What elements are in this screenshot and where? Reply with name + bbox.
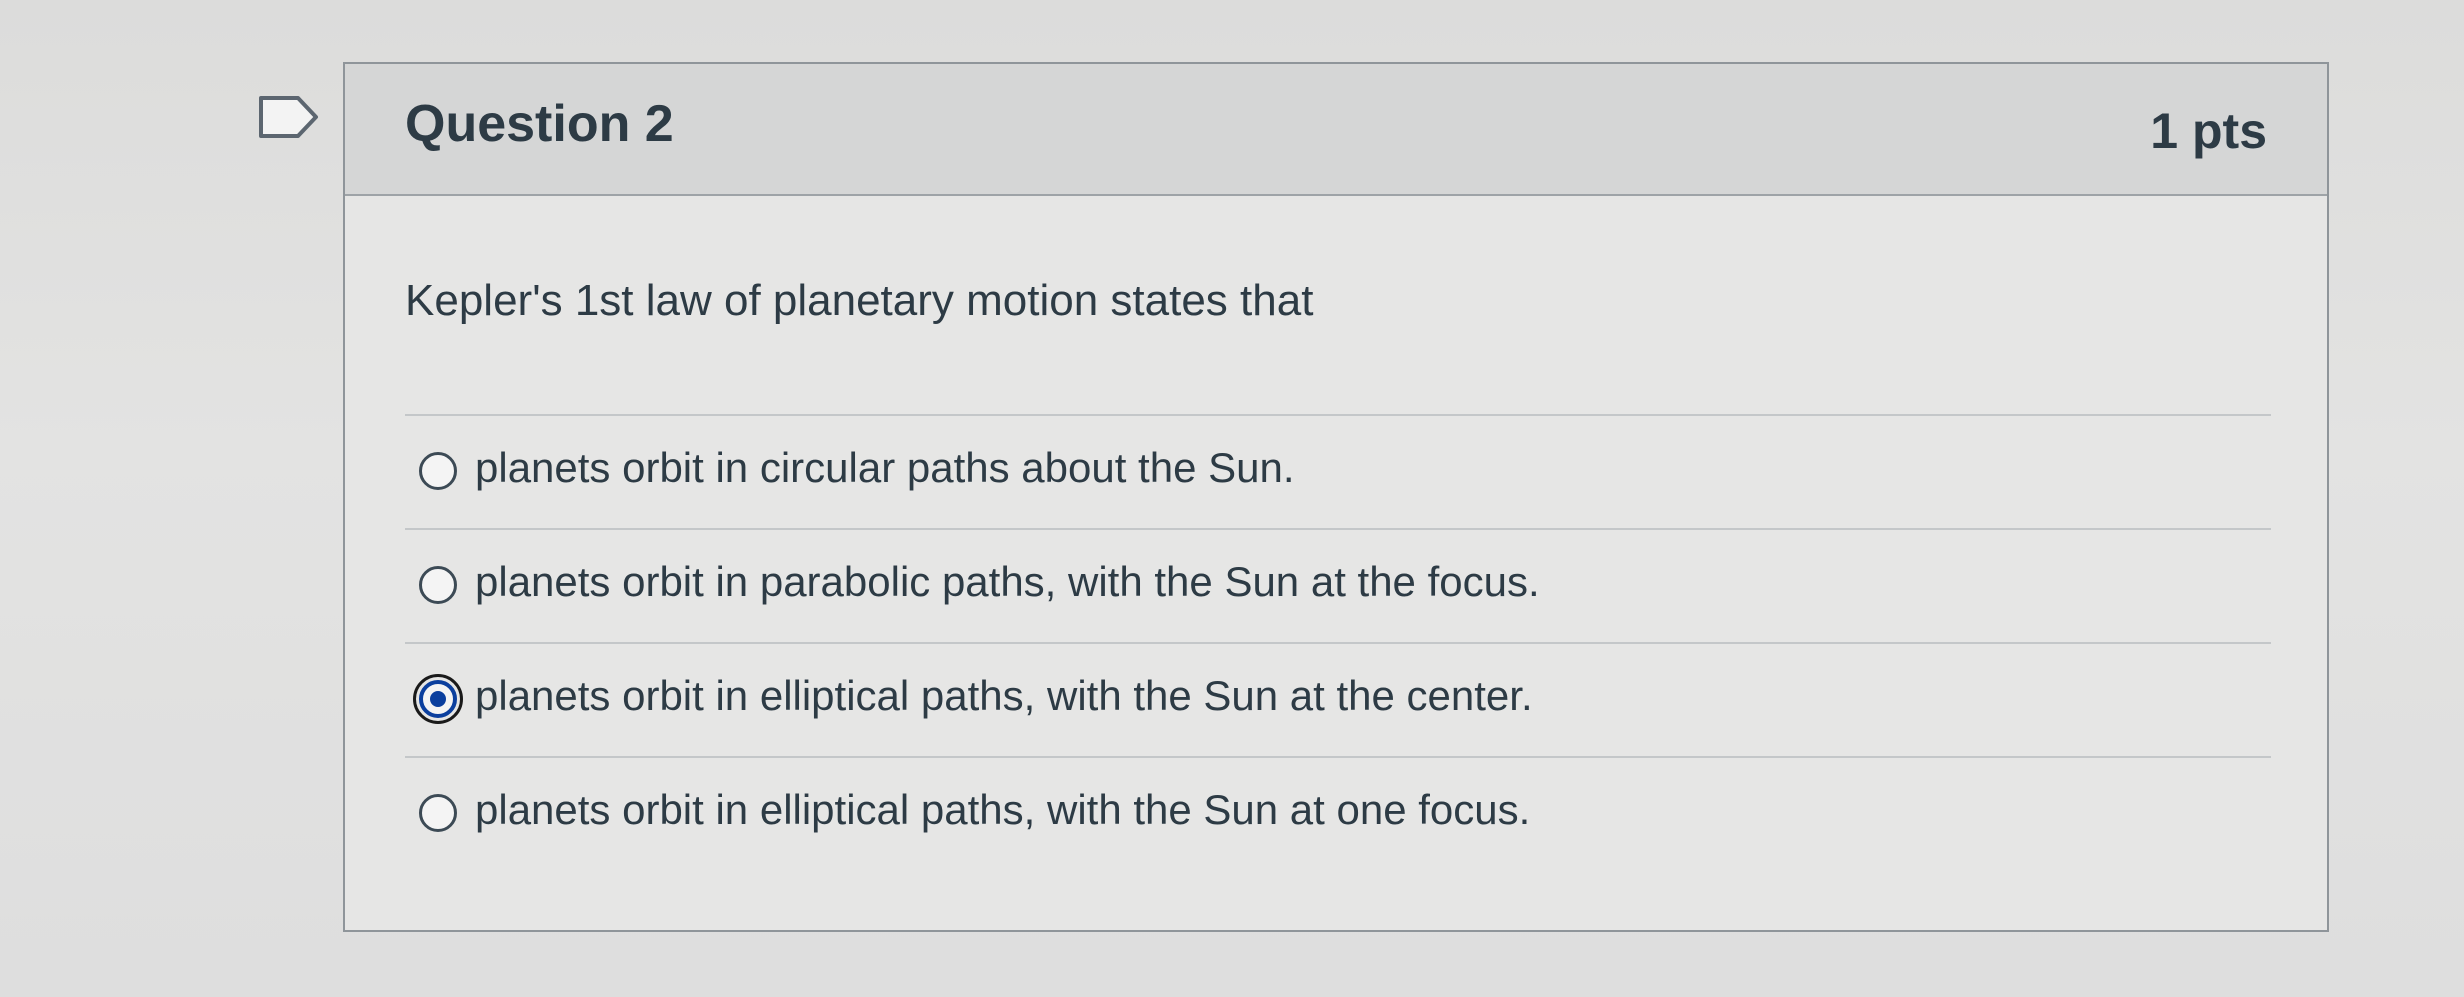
question-header: Question 2 1 pts xyxy=(345,64,2327,196)
question-card: Question 2 1 pts Kepler's 1st law of pla… xyxy=(343,62,2329,932)
answer-label[interactable]: planets orbit in parabolic paths, with t… xyxy=(475,558,1540,606)
radio-button[interactable] xyxy=(419,794,457,832)
answer-option[interactable]: planets orbit in elliptical paths, with … xyxy=(405,642,2271,756)
question-text: Kepler's 1st law of planetary motion sta… xyxy=(405,276,1314,325)
points-value: 1 pts xyxy=(2150,103,2267,159)
answer-label[interactable]: planets orbit in elliptical paths, with … xyxy=(475,672,1533,720)
answer-list: planets orbit in circular paths about th… xyxy=(405,414,2271,870)
radio-button[interactable] xyxy=(419,566,457,604)
answer-option[interactable]: planets orbit in circular paths about th… xyxy=(405,414,2271,528)
radio-button-selected[interactable] xyxy=(413,674,463,724)
answer-option[interactable]: planets orbit in elliptical paths, with … xyxy=(405,756,2271,870)
question-title: Question 2 xyxy=(405,95,674,153)
radio-button[interactable] xyxy=(419,452,457,490)
answer-label[interactable]: planets orbit in circular paths about th… xyxy=(475,444,1295,492)
answer-option[interactable]: planets orbit in parabolic paths, with t… xyxy=(405,528,2271,642)
flag-question-icon[interactable] xyxy=(258,95,320,139)
answer-label[interactable]: planets orbit in elliptical paths, with … xyxy=(475,786,1530,834)
